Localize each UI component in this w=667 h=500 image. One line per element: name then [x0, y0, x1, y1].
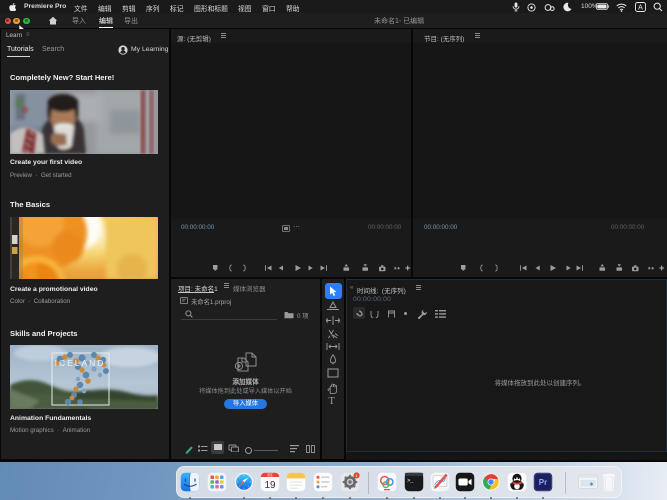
svg-text:周五: 周五 [267, 473, 273, 477]
svg-text:ICELAND: ICELAND [55, 358, 106, 368]
svg-text:A: A [638, 5, 643, 12]
svg-text:Pr: Pr [539, 478, 548, 487]
svg-text:>_: >_ [407, 478, 414, 484]
svg-text:19: 19 [264, 480, 276, 491]
svg-text:1: 1 [355, 473, 357, 477]
